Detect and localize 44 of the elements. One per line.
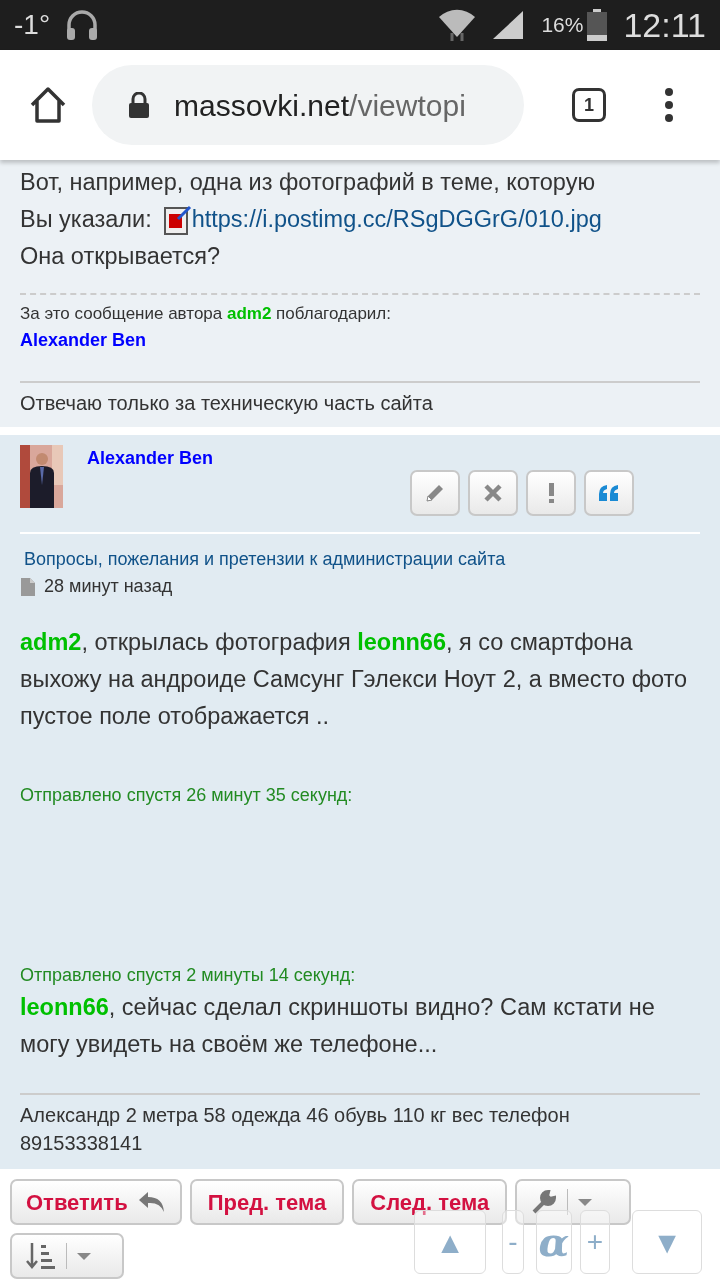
home-icon[interactable] (28, 85, 68, 125)
menu-icon[interactable] (664, 87, 674, 123)
wrench-icon (531, 1189, 558, 1215)
image-link[interactable]: https://i.postimg.cc/RSgDGGrG/010.jpg (191, 201, 602, 238)
caret-icon (77, 1252, 91, 1260)
report-button[interactable] (526, 470, 576, 516)
document-icon (20, 576, 36, 597)
wifi-icon (437, 7, 478, 43)
caret-icon (578, 1198, 593, 1206)
thanks-text: За это сообщение автора adm2 поблагодарил: (20, 303, 392, 325)
edit-note: Отправлено спустя 26 минут 35 секунд: (20, 784, 354, 807)
edit-note: Отправлено спустя 2 минуты 14 секунд: (20, 964, 357, 987)
address-bar[interactable]: massovki.net/viewtopi (92, 65, 524, 145)
edit-button[interactable] (410, 470, 460, 516)
broken-image-icon (163, 204, 192, 235)
lock-icon (128, 92, 150, 118)
sort-icon (26, 1242, 56, 1270)
signature-text: Александр 2 метра 58 одежда 46 обувь 110 кг вес телефон 89153338141 (20, 1103, 571, 1156)
topic-nav-button[interactable]: След. тема (352, 1179, 508, 1225)
topic-nav-button[interactable]: Пред. тема (189, 1179, 345, 1225)
signature-text: Отвечаю только за техническую часть сайта (20, 391, 434, 416)
sort-dropdown[interactable] (10, 1233, 124, 1279)
post-text: leonn66, сейчас сделал скриншоты видно? Сам кстати не могу увидеть на своём же телефоне... (20, 993, 656, 1059)
post-text: Вы указали: (20, 205, 152, 234)
post-text: Вот, например, одна из фотографий в теме, которую (20, 168, 597, 197)
forum-link[interactable]: Вопросы, пожелания и претензии к администрации сайта (20, 546, 700, 573)
url-text: massovki.net/viewtopi (174, 87, 466, 124)
post-text: Она открывается? (20, 242, 222, 271)
author-link[interactable]: Alexander Ben (87, 445, 700, 472)
user-link[interactable]: Alexander Ben (20, 326, 700, 354)
post-time: 28 минут назад (44, 575, 173, 598)
signal-icon (491, 9, 526, 41)
reply-button[interactable]: Ответить (10, 1179, 182, 1225)
quote-button[interactable] (584, 470, 634, 516)
delete-button[interactable] (468, 470, 518, 516)
clock-text: 12:11 (623, 4, 706, 46)
battery-text: 16% (541, 12, 584, 39)
tab-count-button[interactable]: 1 (572, 88, 606, 122)
reply-arrow-icon (137, 1191, 166, 1213)
temperature-text: -1° (14, 8, 51, 42)
post-text: adm2, открылась фотография leonn66, я со смартфона выхожу на андроиде Самсунг Гэлекси Ноут 2, а вместо фото пустое поле отображается .. (20, 628, 689, 731)
battery-icon (587, 9, 608, 41)
tools-dropdown[interactable] (515, 1179, 632, 1225)
exclamation-icon (548, 483, 554, 503)
